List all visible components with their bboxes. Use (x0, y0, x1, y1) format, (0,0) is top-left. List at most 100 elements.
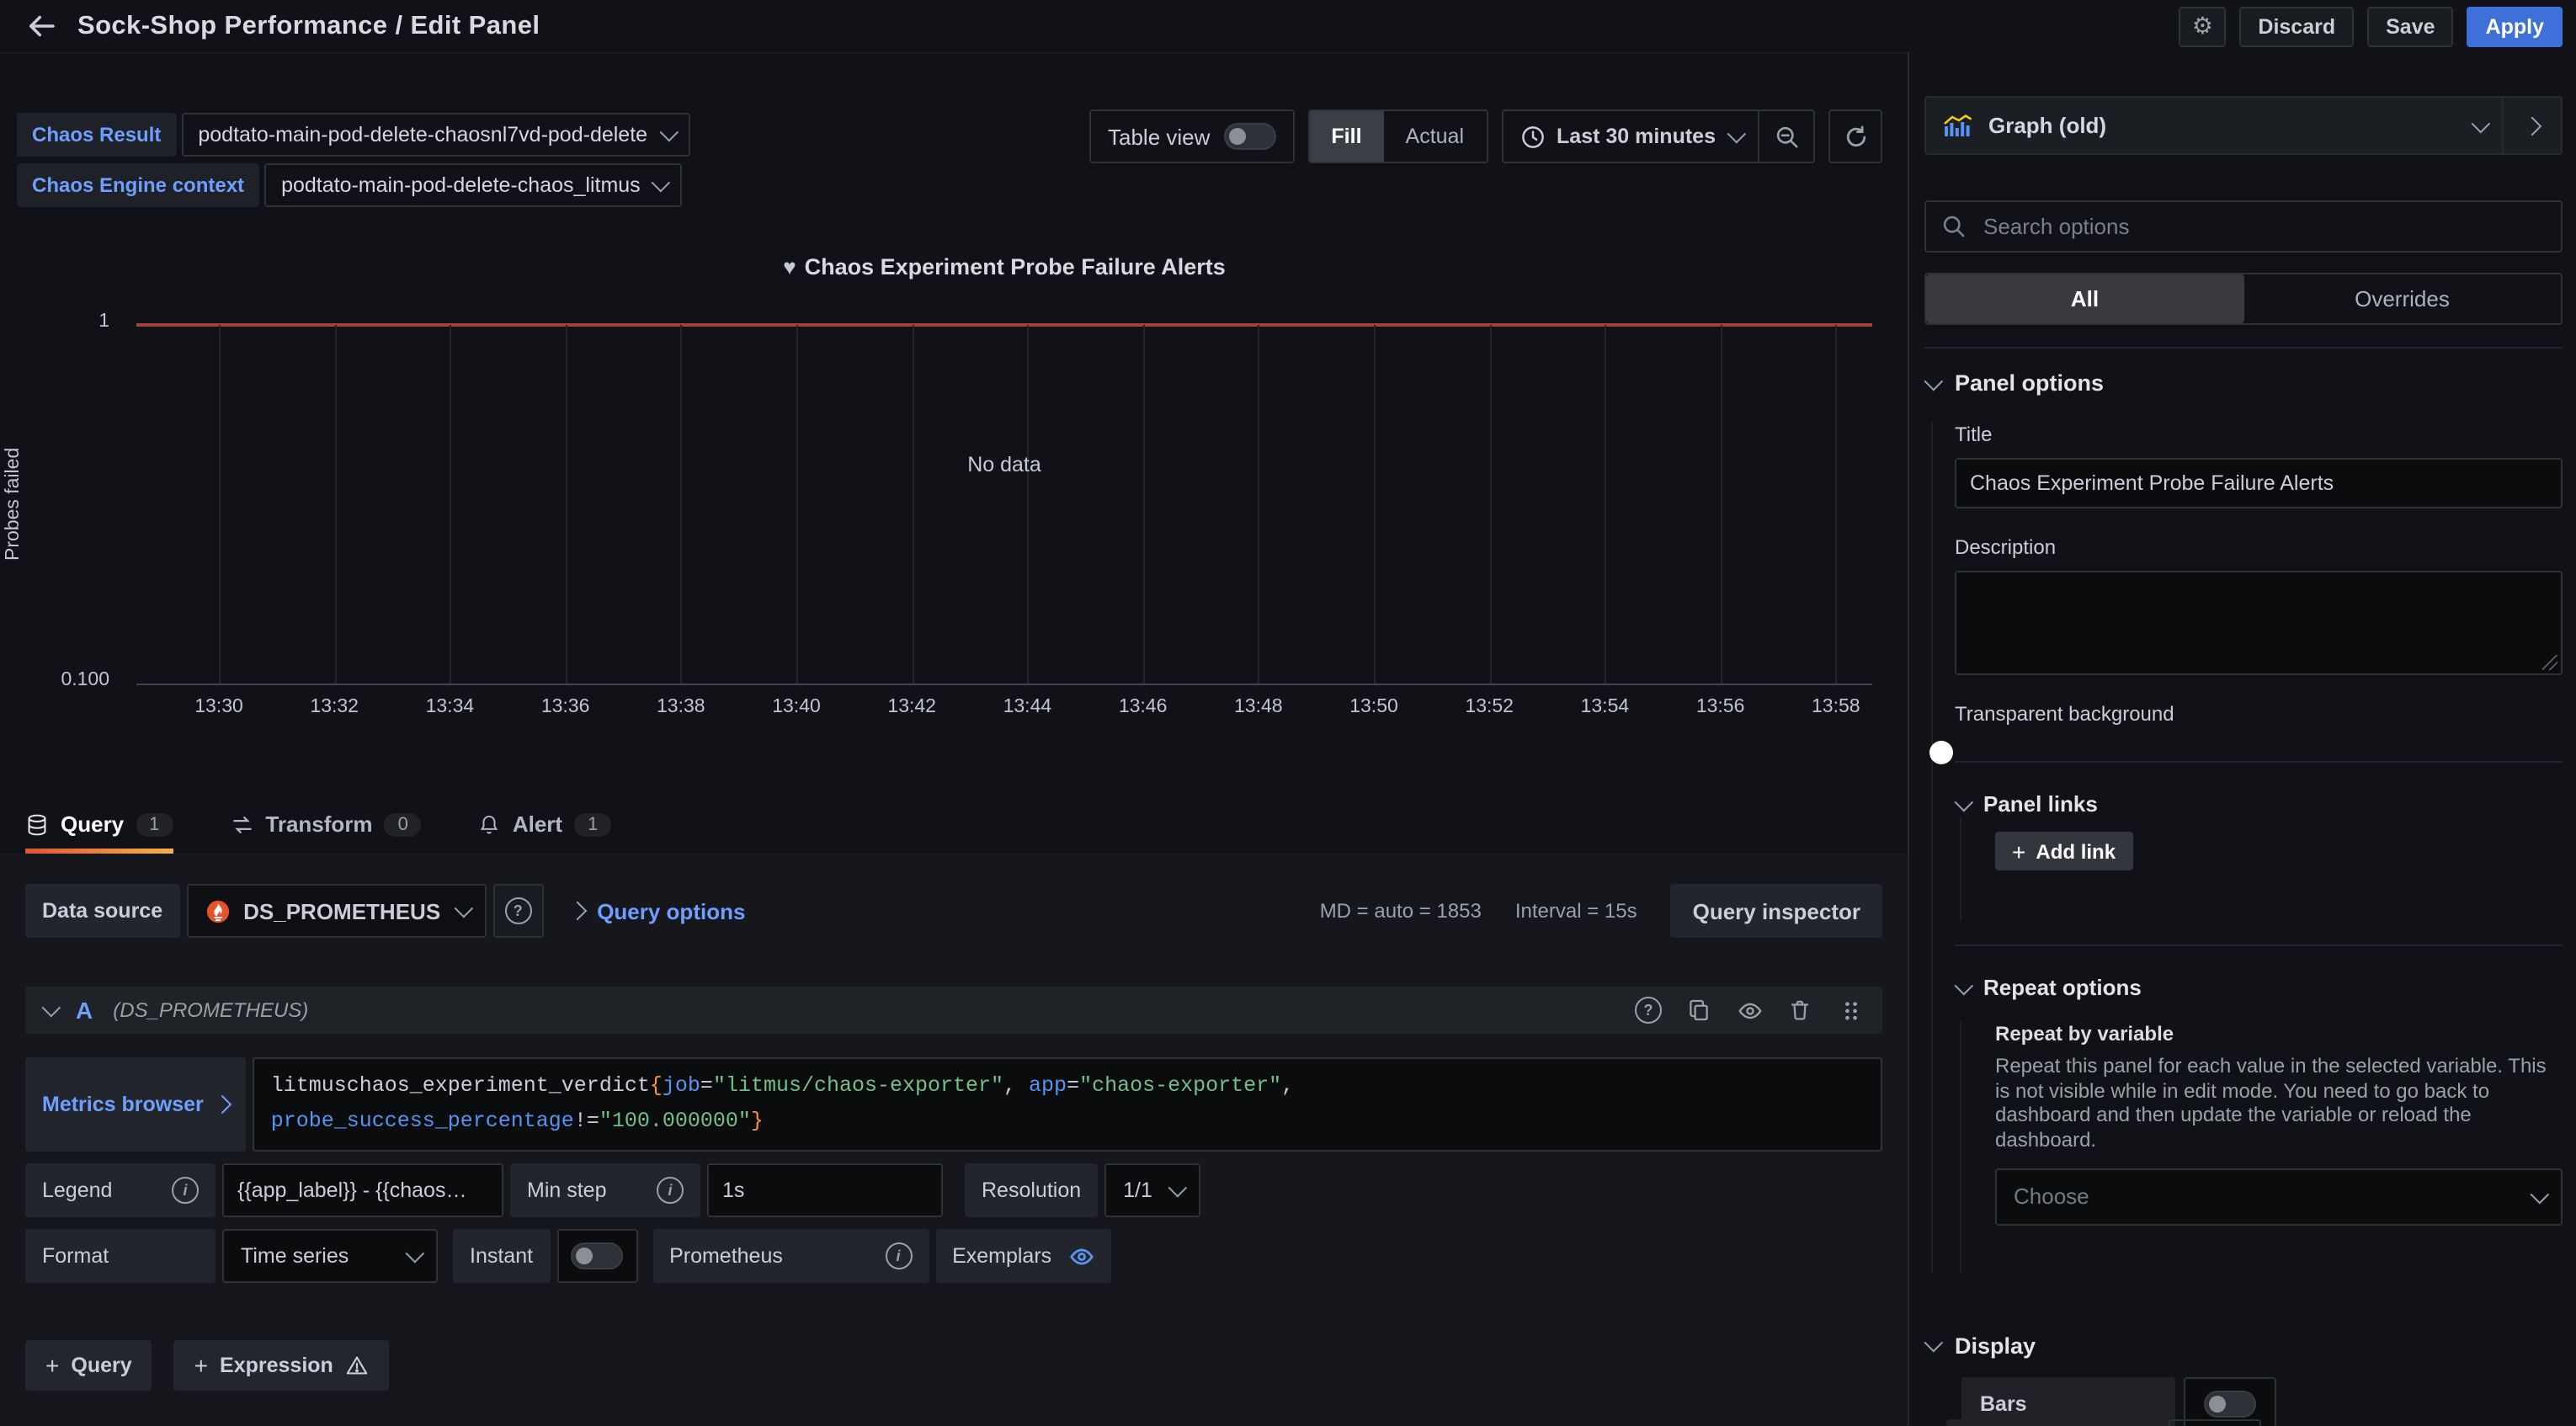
section-heading: Display (1955, 1333, 2036, 1359)
section-heading: Repeat options (1983, 975, 2142, 1000)
format-select[interactable]: Time series (222, 1229, 438, 1283)
x-tick-label: 13:48 (1201, 697, 1316, 717)
bars-switch[interactable] (2204, 1391, 2256, 1418)
gear-icon: ⚙ (2192, 12, 2213, 40)
query-options-row-2: Format Time series Instant (25, 1229, 1882, 1283)
tab-query[interactable]: Query 1 (25, 795, 173, 854)
query-inspector-button[interactable]: Query inspector (1671, 884, 1882, 938)
panel-title-input[interactable] (1955, 458, 2563, 508)
options-search-input[interactable] (1980, 212, 2546, 241)
delete-query-button[interactable] (1785, 995, 1815, 1025)
y-tick-label: 1 (37, 311, 109, 332)
apply-button[interactable]: Apply (2467, 6, 2563, 46)
x-tick-label: 13:34 (392, 697, 507, 717)
panel-options-header[interactable]: Panel options (1924, 370, 2563, 396)
x-tick-label: 13:54 (1547, 697, 1662, 717)
visualization-picker[interactable]: Graph (old) (1924, 96, 2504, 155)
x-tick-label: 13:56 (1663, 697, 1778, 717)
datasource-help-button[interactable]: ? (492, 884, 543, 938)
datasource-picker[interactable]: DS_PROMETHEUS (186, 884, 486, 938)
collapse-options-button[interactable] (2504, 96, 2563, 155)
exemplars-box[interactable]: Exemplars (935, 1229, 1110, 1283)
x-tick-label: 13:30 (162, 697, 276, 717)
tab-alert[interactable]: Alert 1 (479, 795, 612, 854)
actual-segment[interactable]: Actual (1384, 111, 1487, 162)
options-search[interactable] (1924, 200, 2563, 253)
min-step-input[interactable] (707, 1163, 943, 1217)
gridline (1836, 325, 1838, 684)
info-icon: i (885, 1242, 912, 1269)
chevron-down-icon (406, 1244, 425, 1264)
chart-plot[interactable] (136, 323, 1872, 685)
options-filter-tabs: All Overrides (1924, 273, 2563, 325)
add-query-button[interactable]: + Query (25, 1340, 152, 1391)
query-ref-id: A (76, 997, 93, 1024)
gridline (566, 325, 567, 684)
back-button[interactable] (17, 3, 64, 50)
variable-value: podtato-main-pod-delete-chaosnl7vd-pod-d… (198, 123, 647, 146)
query-help-button[interactable]: ? (1633, 995, 1663, 1025)
tab-all[interactable]: All (1926, 274, 2243, 323)
legend-input[interactable] (222, 1163, 503, 1217)
gridline (1374, 325, 1376, 684)
repeat-options-header[interactable]: Repeat options (1955, 975, 2563, 1000)
panel-settings-button[interactable]: ⚙ (2179, 6, 2226, 46)
panel-links-body: + Add link (1960, 817, 2563, 921)
save-button[interactable]: Save (2367, 6, 2453, 46)
add-query-label: Query (71, 1354, 131, 1377)
toggle-visibility-button[interactable] (1734, 995, 1764, 1025)
x-tick-label: 13:58 (1779, 697, 1893, 717)
variable-value-dropdown[interactable]: podtato-main-pod-delete-chaos_litmus (264, 163, 683, 207)
panel-description-textarea[interactable] (1955, 571, 2563, 675)
duplicate-query-button[interactable] (1684, 995, 1714, 1025)
query-options-row-1: Legend i Min step i Resolution (25, 1163, 1882, 1217)
query-options-toggle[interactable]: Query options (570, 898, 745, 923)
chevron-right-icon (2523, 116, 2542, 136)
query-expression[interactable]: litmuschaos_experiment_verdict{job="litm… (253, 1057, 1882, 1152)
query-options-label: Query options (597, 898, 745, 923)
zoom-out-button[interactable] (1758, 111, 1813, 162)
resolution-label: Resolution (982, 1179, 1081, 1202)
tab-count-badge: 1 (574, 812, 611, 836)
visualization-name: Graph (old) (1988, 113, 2106, 138)
display-header[interactable]: Display (1924, 1333, 2563, 1359)
legend-label-box: Legend i (25, 1163, 216, 1217)
gridline (219, 325, 221, 684)
instant-toggle-cell (556, 1229, 637, 1283)
drag-handle[interactable] (1835, 995, 1865, 1025)
resolution-select[interactable]: 1/1 (1104, 1163, 1201, 1217)
time-picker-group: Last 30 minutes (1501, 109, 1815, 163)
tab-transform[interactable]: Transform 0 (230, 795, 421, 854)
resize-handle[interactable] (2542, 655, 2557, 670)
repeat-variable-select[interactable]: Choose (1995, 1168, 2563, 1226)
interval-info: Interval = 15s (1515, 899, 1637, 923)
query-row-header[interactable]: A (DS_PROMETHEUS) ? (25, 987, 1882, 1034)
metrics-browser-button[interactable]: Metrics browser (25, 1057, 246, 1152)
table-view-switch[interactable] (1223, 123, 1275, 150)
eye-icon (1737, 998, 1762, 1023)
refresh-button[interactable] (1828, 109, 1882, 163)
panel-links-header[interactable]: Panel links (1955, 791, 2563, 817)
workspace: Chaos Result podtato-main-pod-delete-cha… (0, 52, 2576, 1426)
tab-overrides[interactable]: Overrides (2243, 274, 2561, 323)
variable-value-dropdown[interactable]: podtato-main-pod-delete-chaosnl7vd-pod-d… (181, 113, 689, 157)
prometheus-icon (205, 898, 230, 923)
add-expression-button[interactable]: + Expression (174, 1340, 389, 1391)
transparent-background-label: Transparent background (1955, 702, 2563, 726)
copy-icon (1687, 998, 1711, 1022)
x-tick-label: 13:40 (739, 697, 854, 717)
time-range-picker[interactable]: Last 30 minutes (1503, 111, 1758, 162)
table-view-toggle[interactable]: Table view (1089, 109, 1294, 163)
add-link-button[interactable]: + Add link (1995, 832, 2132, 870)
editor-tabs: Query 1 Transform 0 Alert (0, 795, 1908, 854)
description-label: Description (1955, 535, 2563, 559)
chevron-down-icon (42, 998, 61, 1018)
clock-icon (1520, 124, 1545, 149)
chevron-down-icon (1727, 125, 1747, 144)
fill-segment[interactable]: Fill (1309, 111, 1383, 162)
discard-button[interactable]: Discard (2239, 6, 2354, 46)
info-icon: i (657, 1177, 684, 1204)
instant-switch[interactable] (571, 1242, 623, 1269)
variable-label: Chaos Result (17, 113, 176, 157)
fill-actual-group: Fill Actual (1307, 109, 1488, 163)
